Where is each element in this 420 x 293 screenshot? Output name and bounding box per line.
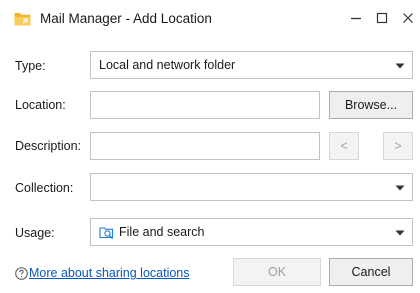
collection-dropdown[interactable] [90, 173, 413, 201]
close-icon [403, 13, 413, 23]
window-title: Mail Manager - Add Location [40, 11, 212, 26]
maximize-button[interactable] [372, 8, 392, 28]
location-label: Location: [15, 98, 66, 112]
minimize-icon [351, 17, 361, 20]
close-button[interactable] [398, 8, 418, 28]
description-input[interactable] [90, 132, 320, 160]
usage-label: Usage: [15, 226, 55, 240]
previous-button[interactable]: < [329, 132, 359, 160]
type-label: Type: [15, 59, 46, 73]
chevron-down-icon [395, 63, 405, 69]
question-circle-icon [15, 266, 28, 280]
usage-dropdown[interactable]: File and search [90, 218, 413, 246]
description-label: Description: [15, 139, 81, 153]
cancel-button[interactable]: Cancel [329, 258, 413, 286]
collection-label: Collection: [15, 181, 74, 195]
type-dropdown[interactable]: Local and network folder [90, 51, 413, 79]
chevron-down-icon [395, 185, 405, 191]
browse-button[interactable]: Browse... [329, 91, 413, 119]
next-button[interactable]: > [383, 132, 413, 160]
title-bar: Mail Manager - Add Location [0, 0, 420, 40]
folder-icon [14, 13, 31, 26]
help-link[interactable]: More about sharing locations [29, 266, 190, 280]
usage-value: File and search [119, 225, 205, 239]
type-value: Local and network folder [99, 58, 236, 72]
help-link-row[interactable]: More about sharing locations [15, 266, 190, 280]
location-input[interactable] [90, 91, 320, 119]
folder-search-icon [99, 227, 114, 240]
minimize-button[interactable] [346, 8, 366, 28]
ok-button[interactable]: OK [233, 258, 321, 286]
maximize-icon [376, 12, 388, 24]
chevron-down-icon [395, 230, 405, 236]
